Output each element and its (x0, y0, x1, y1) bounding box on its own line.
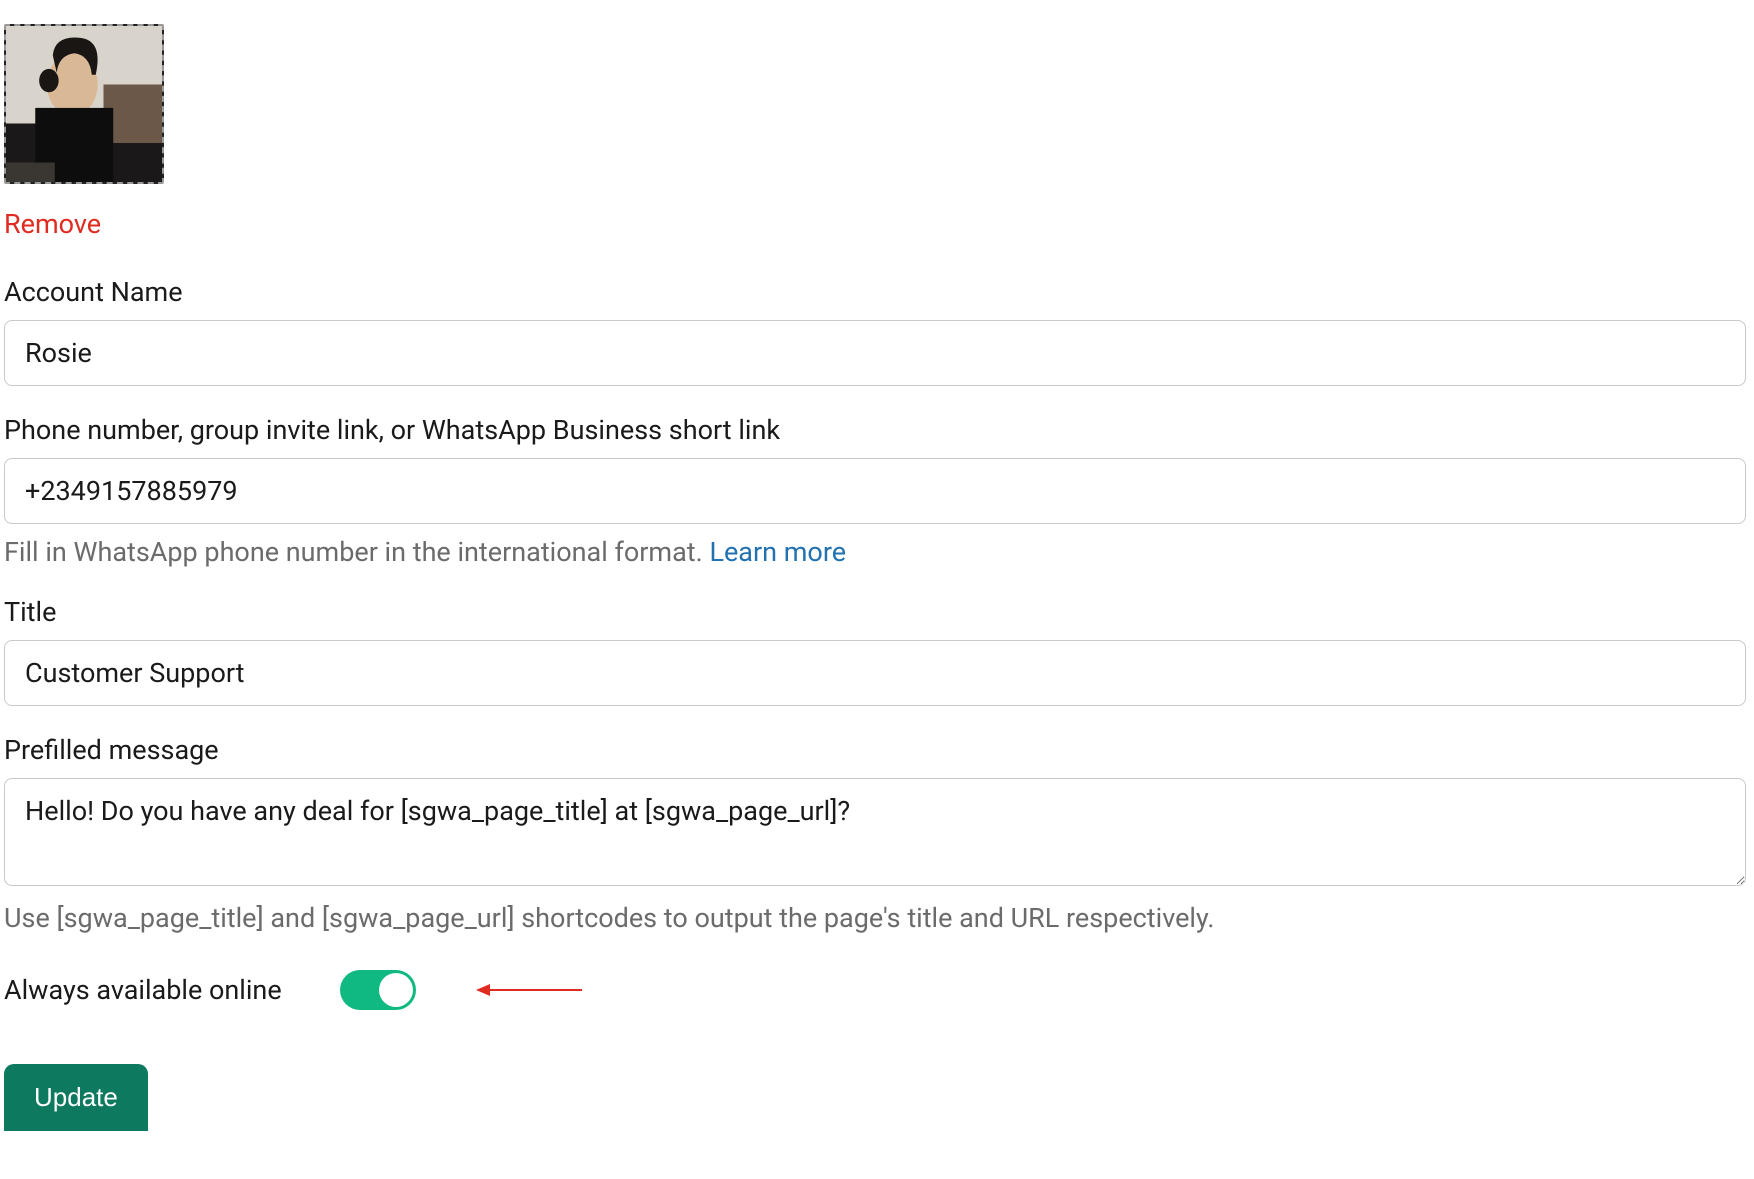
phone-label: Phone number, group invite link, or What… (4, 414, 1746, 446)
prefilled-textarea[interactable] (4, 778, 1746, 886)
phone-input[interactable] (4, 458, 1746, 524)
learn-more-link[interactable]: Learn more (709, 536, 846, 568)
title-label: Title (4, 596, 1746, 628)
title-input[interactable] (4, 640, 1746, 706)
avatar-image-container[interactable] (4, 24, 164, 184)
phone-helper-text: Fill in WhatsApp phone number in the int… (4, 536, 1746, 568)
phone-helper-prefix: Fill in WhatsApp phone number in the int… (4, 536, 709, 568)
prefilled-label: Prefilled message (4, 734, 1746, 766)
toggle-knob (379, 973, 413, 1007)
account-name-label: Account Name (4, 276, 1746, 308)
avatar-image (6, 26, 162, 182)
update-button[interactable]: Update (4, 1064, 148, 1131)
arrow-indicator-icon (474, 980, 584, 1000)
prefilled-helper-text: Use [sgwa_page_title] and [sgwa_page_url… (4, 902, 1746, 934)
always-online-label: Always available online (4, 974, 282, 1006)
remove-avatar-link[interactable]: Remove (4, 208, 101, 240)
account-name-input[interactable] (4, 320, 1746, 386)
always-online-toggle[interactable] (340, 970, 416, 1010)
